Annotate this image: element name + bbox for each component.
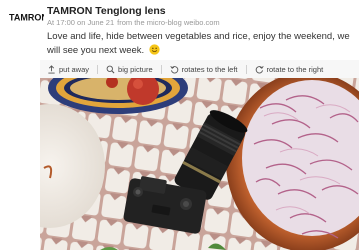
weibo-post: TAMRON TAMRON Tenglong lens At 17:00 on … — [0, 0, 359, 250]
post-text: Love and life, hide between vegetables a… — [47, 30, 355, 58]
rotate-right-label: rotate to the right — [266, 64, 324, 74]
put-away-button[interactable]: put away — [47, 65, 89, 74]
svg-text:TAMRON: TAMRON — [9, 13, 44, 23]
toolbar-divider — [97, 64, 99, 74]
big-picture-button[interactable]: big picture — [106, 65, 153, 74]
post-photo — [40, 78, 359, 250]
author-name[interactable]: TAMRON Tenglong lens — [47, 5, 166, 17]
tamron-logo-icon: TAMRON — [8, 10, 44, 24]
post-source[interactable]: from the micro-blog weibo.com — [117, 18, 220, 27]
post-image[interactable] — [40, 78, 359, 250]
collapse-icon — [48, 64, 55, 74]
avatar[interactable]: TAMRON — [8, 8, 44, 26]
magnifier-icon — [106, 65, 115, 73]
rotate-left-label: rotates to the left — [181, 64, 238, 74]
put-away-label: put away — [59, 64, 90, 74]
rotate-left-button[interactable]: rotates to the left — [169, 64, 238, 74]
post-meta: At 17:00 on June 21 from the micro-blog w… — [47, 18, 223, 27]
rotate-right-button[interactable]: rotate to the right — [255, 64, 324, 74]
toolbar-divider — [245, 64, 247, 74]
smile-emoji-icon — [149, 44, 160, 55]
big-picture-label: big picture — [118, 64, 153, 74]
image-toolbar: put away big picture rotates to the left — [40, 60, 359, 78]
post-time[interactable]: At 17:00 on June 21 — [47, 18, 114, 27]
rotate-left-icon — [169, 65, 178, 73]
rotate-right-icon — [255, 65, 264, 73]
post-text-body: Love and life, hide between vegetables a… — [47, 31, 350, 56]
toolbar-divider — [160, 64, 162, 74]
